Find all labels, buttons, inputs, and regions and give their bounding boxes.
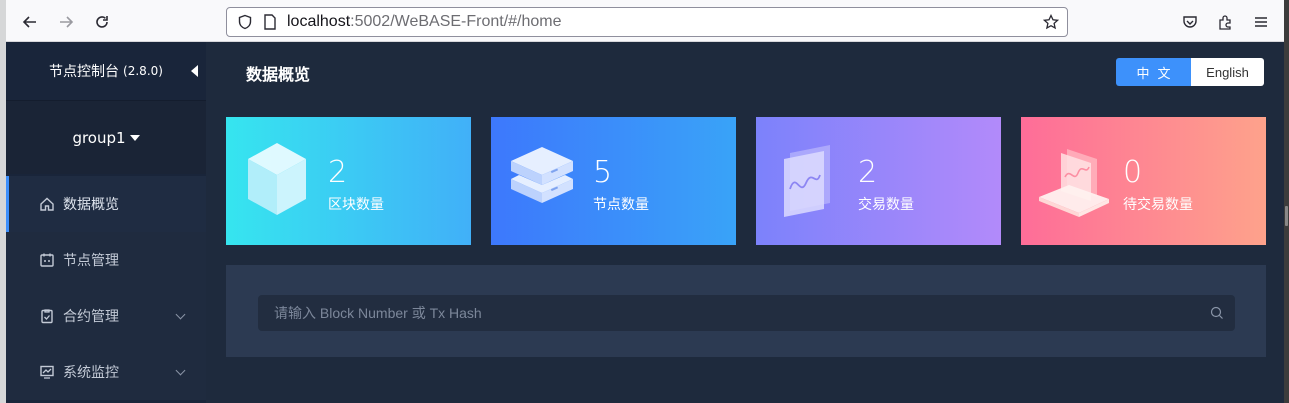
search-box — [258, 295, 1235, 331]
lang-chinese-button[interactable]: 中文 — [1116, 58, 1191, 86]
search-input[interactable] — [258, 305, 1199, 321]
stat-label: 区块数量 — [328, 197, 384, 213]
lang-english-button[interactable]: English — [1191, 58, 1264, 86]
main-content: 数据概览 中文 English 2 区块数量 5 节点数量 2 交易数量 0 待… — [206, 42, 1284, 403]
page-icon — [263, 14, 277, 30]
stat-label: 待交易数量 — [1123, 197, 1193, 213]
stat-value: 0 — [1123, 155, 1143, 190]
sidebar-item-label: 系统监控 — [63, 365, 119, 381]
sidebar-item-label: 数据概览 — [63, 197, 119, 213]
group-label: group1 — [72, 128, 126, 147]
stat-value: 2 — [858, 155, 878, 190]
chevron-down-icon — [175, 365, 186, 376]
scrollbar-thumb[interactable] — [1285, 206, 1288, 226]
stat-label: 节点数量 — [593, 197, 649, 213]
chart-laptop-icon — [1039, 149, 1109, 217]
stat-value: 5 — [593, 155, 613, 190]
clipboard-icon — [38, 307, 56, 325]
calendar-icon — [38, 251, 56, 269]
url-host: localhost — [287, 13, 351, 30]
chart-panel-icon — [784, 145, 830, 217]
chevron-down-icon — [175, 309, 186, 320]
shield-icon[interactable] — [237, 14, 253, 30]
cube-icon — [248, 143, 306, 215]
extensions-icon[interactable] — [1213, 10, 1237, 34]
sidebar-item-contracts[interactable]: 合约管理 — [6, 288, 206, 344]
screen: localhost:5002/WeBASE-Front/#/home 节点控制台… — [0, 0, 1289, 403]
forward-icon[interactable] — [52, 8, 80, 36]
node-count-card[interactable]: 5 节点数量 — [491, 117, 736, 245]
bookmark-star-icon[interactable] — [1043, 14, 1059, 30]
home-icon — [38, 195, 56, 213]
search-icon[interactable] — [1199, 295, 1235, 331]
tx-count-card[interactable]: 2 交易数量 — [756, 117, 1001, 245]
app-version: (2.8.0) — [123, 64, 163, 78]
sidebar-item-label: 节点管理 — [63, 253, 119, 269]
pocket-icon[interactable] — [1178, 10, 1202, 34]
browser-toolbar: localhost:5002/WeBASE-Front/#/home — [6, 0, 1284, 42]
block-count-card[interactable]: 2 区块数量 — [226, 117, 471, 245]
reload-icon[interactable] — [88, 8, 116, 36]
sidebar: 节点控制台 (2.8.0) group1 数据概览 节点管理 合约管理 系统监控 — [6, 42, 206, 403]
sidebar-item-label: 合约管理 — [63, 309, 119, 325]
sidebar-item-monitor[interactable]: 系统监控 — [6, 344, 206, 400]
menu-icon[interactable] — [1249, 10, 1273, 34]
right-edge — [1284, 0, 1289, 403]
url-path: :5002/WeBASE-Front/#/home — [350, 13, 562, 30]
collapse-sidebar-icon[interactable] — [191, 65, 198, 77]
monitor-chart-icon — [38, 363, 56, 381]
stat-label: 交易数量 — [858, 197, 914, 213]
language-switch: 中文 English — [1116, 58, 1264, 86]
stat-value: 2 — [328, 155, 348, 190]
app-title: 节点控制台 — [49, 64, 120, 80]
url-text[interactable]: localhost:5002/WeBASE-Front/#/home — [287, 13, 562, 31]
sidebar-item-nodes[interactable]: 节点管理 — [6, 232, 206, 288]
sidebar-header: 节点控制台 (2.8.0) — [6, 42, 206, 100]
caret-down-icon — [129, 134, 140, 141]
group-selector[interactable]: group1 — [6, 100, 206, 174]
back-icon[interactable] — [16, 8, 44, 36]
server-stack-icon — [511, 147, 573, 203]
sidebar-menu: 数据概览 节点管理 合约管理 系统监控 — [6, 176, 206, 400]
pending-tx-card[interactable]: 0 待交易数量 — [1021, 117, 1266, 245]
address-bar[interactable]: localhost:5002/WeBASE-Front/#/home — [226, 7, 1068, 37]
search-panel — [226, 265, 1266, 357]
stat-cards: 2 区块数量 5 节点数量 2 交易数量 0 待交易数量 — [226, 117, 1266, 245]
page-title: 数据概览 — [246, 65, 311, 84]
sidebar-item-overview[interactable]: 数据概览 — [6, 176, 206, 232]
